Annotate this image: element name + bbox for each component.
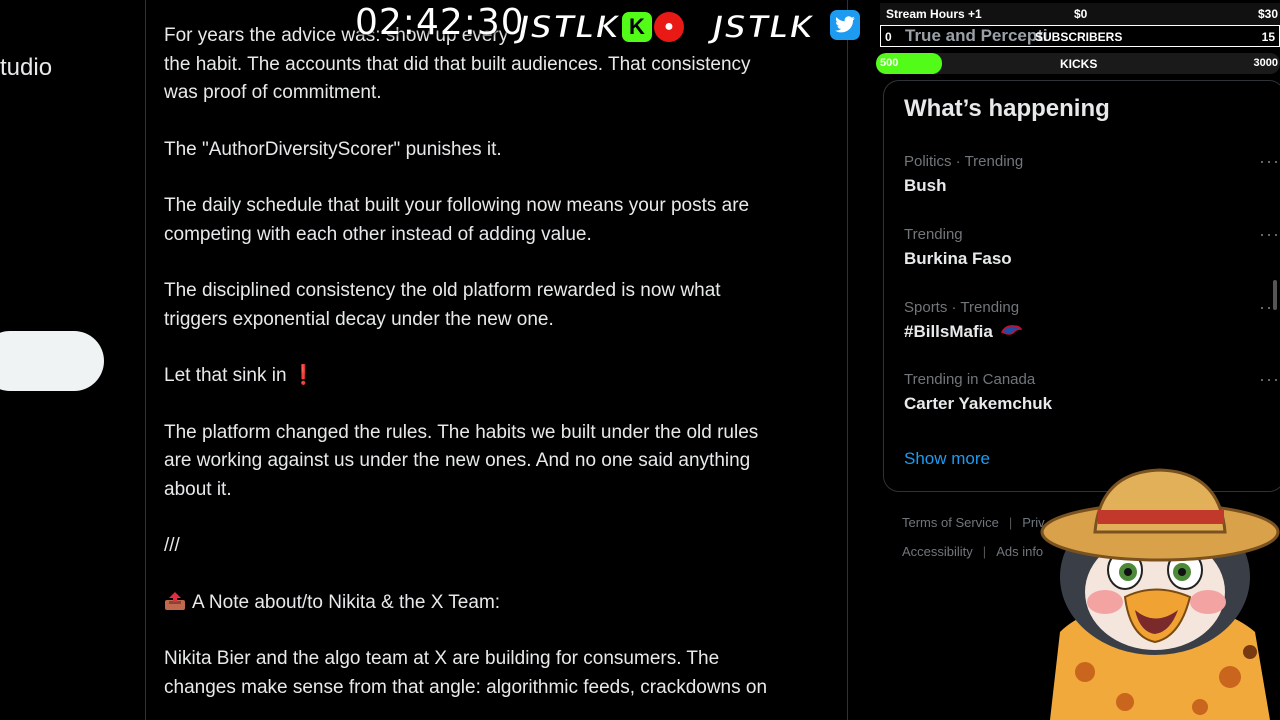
stream-hours-bar: Stream Hours +1 $0 $30 <box>880 3 1280 25</box>
divider <box>145 0 146 720</box>
post-line: A Note about/to Nikita & the X Team: <box>164 589 834 618</box>
post-line: The "AuthorDiversityScorer" punishes it. <box>164 138 502 160</box>
post-line-text: A Note about/to Nikita & the X Team: <box>192 591 501 613</box>
left-sidebar: tudio <box>0 0 145 720</box>
channel-logo: JSTLK <box>517 7 621 47</box>
accessibility-link[interactable]: Accessibility <box>902 544 973 559</box>
trend-name: #BillsMafia <box>904 322 1274 342</box>
post-line: The platform changed the rules. The habi… <box>164 421 759 443</box>
post-line: competing with each other instead of add… <box>164 223 592 245</box>
post-line: /// <box>164 535 180 556</box>
trend-name: Carter Yakemchuk <box>904 394 1053 413</box>
subscribers-bg-text: True and Percepti <box>905 26 1048 45</box>
whats-happening-panel: What’s happening Politics · Trending Bus… <box>883 80 1280 492</box>
post-line-text: Let that sink in <box>164 365 287 386</box>
post-button[interactable] <box>0 331 104 391</box>
kicks-current: 500 <box>880 57 899 69</box>
more-options-icon[interactable]: ··· <box>1259 151 1280 172</box>
post-line: Nikita Bier and the algo team at X are b… <box>164 648 720 669</box>
stream-hours-goal: $30 <box>1257 7 1278 21</box>
more-options-icon[interactable]: ··· <box>1259 369 1280 390</box>
stream-hours-amount: $0 <box>1074 7 1088 21</box>
mascot-penguin-image <box>1040 468 1280 720</box>
post-line: changes make sense from that angle: algo… <box>164 676 768 698</box>
post-line: the habit. The accounts that did that bu… <box>164 53 751 75</box>
scrollbar[interactable] <box>1273 280 1277 310</box>
terms-link[interactable]: Terms of Service <box>902 515 999 530</box>
buffalo-icon <box>1000 325 1022 335</box>
trend-name-text: #BillsMafia <box>904 322 993 341</box>
trend-item[interactable]: Politics · Trending Bush ··· <box>904 151 1279 196</box>
trend-meta: Trending <box>904 226 963 243</box>
subscribers-count: 0 <box>885 30 892 44</box>
trend-name: Burkina Faso <box>904 249 1012 268</box>
kicks-goal-bar: 500 KICKS 3000 <box>876 53 1280 74</box>
trend-name: Bush <box>904 176 947 195</box>
record-icon: ● <box>654 12 684 42</box>
sidebar-partial-label: tudio <box>0 54 53 81</box>
outbox-tray-icon <box>165 591 185 610</box>
divider <box>847 0 848 720</box>
post-body: For years the advice was: show up every … <box>164 22 834 702</box>
more-options-icon[interactable]: ··· <box>1259 224 1280 245</box>
footer-links-row: Accessibility | Ads info <box>902 544 1044 559</box>
trend-item[interactable]: Trending in Canada Carter Yakemchuk ··· <box>904 369 1279 414</box>
post-line: are working against us under the new one… <box>164 450 751 471</box>
trend-item[interactable]: Trending Burkina Faso ··· <box>904 224 1279 269</box>
trend-meta: Sports · Trending <box>904 299 1020 316</box>
subscribers-goal: 15 <box>1261 30 1275 44</box>
post-line: about it. <box>164 478 232 500</box>
trend-meta: Trending in Canada <box>904 371 1036 388</box>
stream-clock: 02:42:30 <box>355 2 525 43</box>
trend-meta: Politics · Trending <box>904 153 1024 170</box>
kicks-goal: 3000 <box>1253 57 1278 69</box>
footer-links-row: Terms of Service | Priv <box>902 515 1045 530</box>
trend-item[interactable]: Sports · Trending #BillsMafia ··· <box>904 297 1279 342</box>
panel-title: What’s happening <box>904 95 1110 122</box>
subscribers-label: SUBSCRIBERS <box>1035 30 1123 44</box>
kicks-label: KICKS <box>1060 57 1098 71</box>
subscribers-bar: True and Percepti 0 SUBSCRIBERS 15 <box>880 25 1280 47</box>
exclamation-icon: ❗ <box>291 365 316 386</box>
twitter-icon <box>830 10 860 40</box>
show-more-link[interactable]: Show more <box>904 449 990 469</box>
kick-icon: K <box>622 12 652 42</box>
stream-hours-label: Stream Hours +1 <box>886 7 982 21</box>
post-line: Let that sink in ❗ <box>164 362 834 391</box>
post-line: The daily schedule that built your follo… <box>164 195 750 216</box>
post-line: was proof of commitment. <box>164 82 382 103</box>
post-line: The disciplined consistency the old plat… <box>164 280 721 301</box>
channel-logo-secondary: JSTLK <box>711 7 815 47</box>
post-line: triggers exponential decay under the new… <box>164 308 554 330</box>
